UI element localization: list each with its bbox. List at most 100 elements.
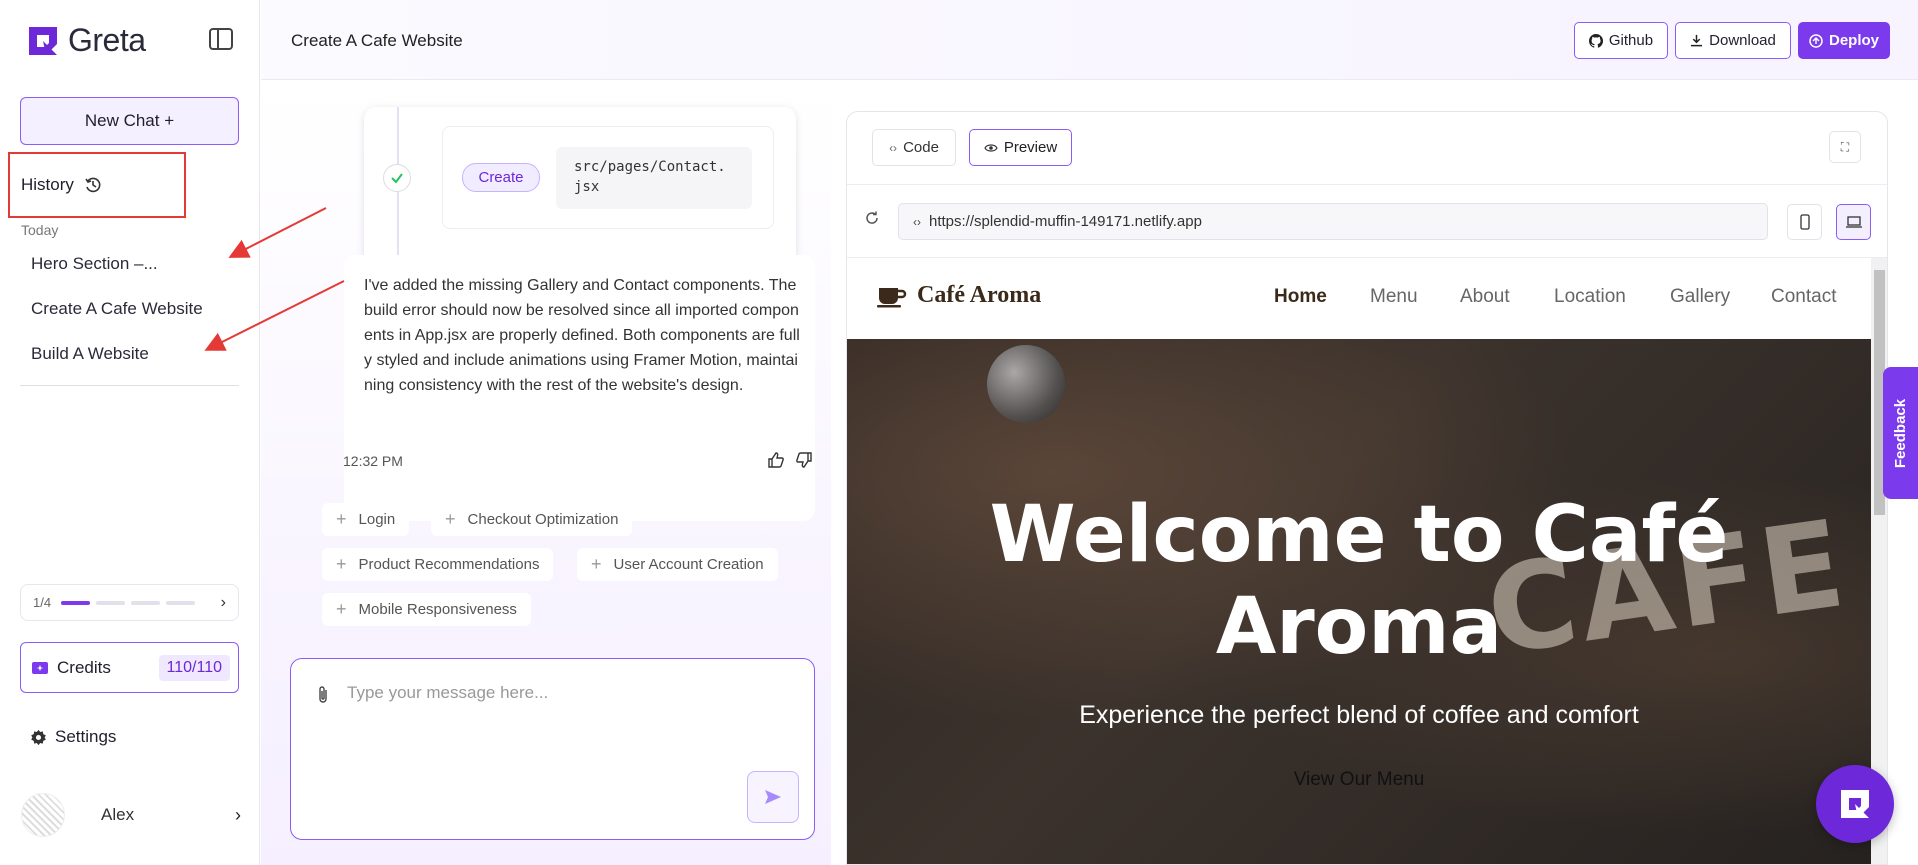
- site-nav-location[interactable]: Location: [1554, 286, 1626, 308]
- site-nav-home[interactable]: Home: [1274, 286, 1327, 308]
- deploy-label: Deploy: [1828, 32, 1879, 49]
- sidebar: Greta New Chat + History Today Hero Sect…: [0, 0, 260, 865]
- history-item-hero-section[interactable]: Hero Section –...: [31, 254, 158, 274]
- mobile-view-icon[interactable]: [1787, 204, 1822, 240]
- hero-section: CAFE Welcome to Café Aroma Experience th…: [847, 339, 1871, 864]
- sidebar-toggle-icon[interactable]: [208, 27, 234, 51]
- suggestion-label: Product Recommendations: [358, 556, 540, 573]
- code-icon: ‹›: [913, 214, 921, 229]
- fullscreen-icon[interactable]: ⛶: [1829, 131, 1861, 163]
- plus-icon: +: [445, 509, 456, 529]
- pager-step: [131, 600, 161, 605]
- url-text: https://splendid-muffin-149171.netlify.a…: [929, 213, 1202, 230]
- pager-step: [61, 600, 91, 605]
- desktop-view-icon[interactable]: [1836, 204, 1871, 240]
- reload-icon[interactable]: [864, 210, 880, 231]
- github-button[interactable]: Github: [1574, 22, 1668, 59]
- paperclip-icon[interactable]: [316, 685, 330, 710]
- site-navbar: Café Aroma Home Menu About Location Gall…: [847, 258, 1871, 339]
- message-input[interactable]: [347, 683, 787, 703]
- user-profile[interactable]: Alex ›: [21, 792, 241, 838]
- suggestion-chip[interactable]: + Checkout Optimization: [431, 503, 633, 536]
- user-name: Alex: [101, 805, 135, 824]
- greta-logo-icon: [1841, 790, 1869, 818]
- hero-title: Welcome to Café Aroma: [989, 490, 1729, 672]
- history-label: History: [21, 175, 74, 194]
- credits-panel[interactable]: Credits 110/110: [20, 642, 239, 693]
- assistant-fab[interactable]: [1816, 765, 1894, 843]
- deploy-button[interactable]: Deploy: [1798, 22, 1890, 59]
- history-heading[interactable]: History: [21, 175, 102, 195]
- app-name: Greta: [68, 22, 146, 58]
- suggestion-chip[interactable]: + Product Recommendations: [322, 548, 554, 581]
- tab-preview[interactable]: Preview: [969, 129, 1072, 166]
- gear-icon: [31, 729, 46, 745]
- suggestion-chip[interactable]: + Mobile Responsiveness: [322, 593, 531, 626]
- settings-label: Settings: [55, 727, 117, 746]
- assistant-message-text: I've added the missing Gallery and Conta…: [364, 277, 800, 394]
- history-item-create-cafe-website[interactable]: Create A Cafe Website: [31, 299, 203, 319]
- avatar: [21, 793, 65, 837]
- chevron-right-icon[interactable]: ›: [235, 805, 241, 826]
- settings-link[interactable]: Settings: [30, 727, 116, 747]
- plus-icon: +: [336, 554, 347, 574]
- feedback-tab[interactable]: Feedback: [1883, 367, 1918, 499]
- credits-label: Credits: [57, 657, 111, 677]
- github-label: Github: [1608, 32, 1654, 49]
- chat-panel: Create src/pages/Contact.jsx I've added …: [261, 81, 831, 865]
- thumbs-down-icon[interactable]: [795, 451, 813, 474]
- site-nav-menu[interactable]: Menu: [1370, 286, 1418, 308]
- view-menu-button[interactable]: View Our Menu: [847, 769, 1871, 791]
- message-timestamp: 12:32 PM: [343, 453, 403, 469]
- new-chat-button[interactable]: New Chat +: [20, 97, 239, 145]
- suggestion-label: Login: [358, 511, 396, 528]
- history-icon: [85, 177, 101, 193]
- suggestion-chip[interactable]: + User Account Creation: [577, 548, 778, 581]
- feedback-label: Feedback: [1892, 398, 1910, 468]
- website-preview: Café Aroma Home Menu About Location Gall…: [847, 258, 1871, 864]
- send-button[interactable]: [747, 771, 799, 823]
- site-nav-gallery[interactable]: Gallery: [1670, 286, 1730, 308]
- toolbar-divider: [847, 184, 1887, 185]
- download-label: Download: [1709, 32, 1776, 49]
- pager-step: [166, 600, 196, 605]
- deploy-icon: [1809, 33, 1823, 48]
- app-logo[interactable]: Greta: [26, 22, 146, 59]
- plus-icon: +: [336, 509, 347, 529]
- site-logo[interactable]: Café Aroma: [877, 282, 1041, 309]
- plus-icon: +: [336, 599, 347, 619]
- greta-logo-icon: [29, 26, 57, 55]
- sidebar-divider: [20, 385, 239, 386]
- preview-panel: ‹› Code Preview ⛶ ‹› https://splendid-mu…: [846, 111, 1888, 865]
- thumbs-up-icon[interactable]: [767, 451, 785, 474]
- suggestion-label: Checkout Optimization: [467, 511, 619, 528]
- page-title: Create A Cafe Website: [291, 31, 463, 50]
- tab-code[interactable]: ‹› Code: [872, 129, 956, 166]
- tab-preview-label: Preview: [1003, 139, 1058, 156]
- download-button[interactable]: Download: [1675, 22, 1791, 59]
- plus-icon: +: [591, 554, 602, 574]
- tab-code-label: Code: [903, 139, 939, 156]
- site-nav-about[interactable]: About: [1460, 286, 1510, 308]
- hero-background-image: [987, 345, 1065, 423]
- check-icon: [383, 164, 411, 192]
- ticket-icon: [32, 661, 48, 674]
- onboarding-pager: 1/4 ›: [20, 584, 239, 621]
- github-icon: [1588, 33, 1603, 48]
- pager-count: 1/4: [33, 595, 52, 610]
- history-item-build-website[interactable]: Build A Website: [31, 344, 149, 364]
- site-logo-text: Café Aroma: [917, 282, 1042, 308]
- suggestion-chip[interactable]: + Login: [322, 503, 410, 536]
- site-nav-contact[interactable]: Contact: [1771, 286, 1836, 308]
- suggestion-label: Mobile Responsiveness: [358, 601, 517, 618]
- task-file-path: src/pages/Contact.jsx: [556, 147, 752, 209]
- code-icon: ‹›: [889, 140, 898, 155]
- coffee-cup-icon: [877, 287, 907, 307]
- credits-count: 110/110: [158, 654, 230, 681]
- send-icon: [765, 790, 781, 804]
- task-action-badge: Create: [462, 163, 540, 192]
- topbar: Create A Cafe Website Github Download De…: [261, 0, 1918, 80]
- pager-step: [96, 600, 126, 605]
- url-bar[interactable]: ‹› https://splendid-muffin-149171.netlif…: [898, 203, 1768, 240]
- chevron-right-icon[interactable]: ›: [221, 594, 226, 612]
